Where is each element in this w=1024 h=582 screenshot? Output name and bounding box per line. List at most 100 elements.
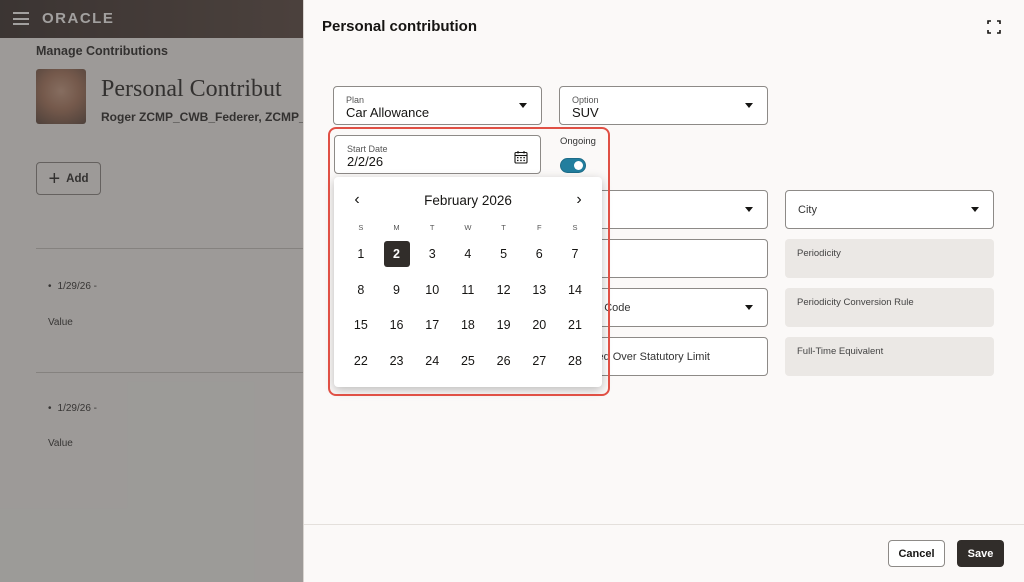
periodicity-conversion-rule-field: Periodicity Conversion Rule xyxy=(785,288,994,327)
chevron-down-icon xyxy=(971,206,979,212)
weekday-label: F xyxy=(536,223,542,232)
calendar-day-label: 9 xyxy=(393,282,400,297)
calendar-day-label: 7 xyxy=(571,246,579,261)
calendar-day[interactable]: 7 xyxy=(557,236,593,272)
periodicity-field: Periodicity xyxy=(785,239,994,278)
weekday-label: W xyxy=(464,223,472,232)
calendar-day[interactable]: 23 xyxy=(379,343,415,379)
weekday-label: S xyxy=(572,223,578,232)
calendar-day-label: 19 xyxy=(496,318,511,333)
calendar-day[interactable]: 13 xyxy=(521,272,557,308)
cancel-button[interactable]: Cancel xyxy=(888,540,945,567)
plan-label: Plan xyxy=(346,95,365,105)
calendar-day[interactable]: 21 xyxy=(557,307,593,343)
periodicity-label: Periodicity xyxy=(797,248,841,259)
toggle-knob xyxy=(574,161,583,170)
calendar-day-label: 23 xyxy=(389,353,404,368)
calendar-day[interactable]: 15 xyxy=(343,307,379,343)
ongoing-label: Ongoing xyxy=(560,136,596,147)
calendar-month-label: February 2026 xyxy=(424,193,512,208)
calendar-day[interactable]: 27 xyxy=(521,343,557,379)
city-label: City xyxy=(798,203,817,216)
weekday-label: S xyxy=(358,223,364,232)
option-label: Option xyxy=(572,95,599,105)
calendar-day[interactable]: 25 xyxy=(450,343,486,379)
calendar-day[interactable]: 22 xyxy=(343,343,379,379)
weekday-label: T xyxy=(501,223,506,232)
calendar-day[interactable]: 19 xyxy=(486,307,522,343)
modal-overlay[interactable] xyxy=(0,0,303,582)
calendar-day-label: 6 xyxy=(535,246,543,261)
footer-divider xyxy=(304,524,1024,525)
expand-icon[interactable] xyxy=(987,20,1001,34)
drawer-title: Personal contribution xyxy=(322,18,478,35)
calendar-day[interactable]: 3 xyxy=(414,236,450,272)
save-button[interactable]: Save xyxy=(957,540,1004,567)
calendar-day[interactable]: 8 xyxy=(343,272,379,308)
option-value: SUV xyxy=(572,105,599,120)
calendar-day-label: 16 xyxy=(389,318,404,333)
calendar-day-label: 2 xyxy=(383,240,410,267)
calendar-header: February 2026 ‹ › xyxy=(334,191,602,211)
start-date-label: Start Date xyxy=(347,144,388,154)
calendar-day-label: 11 xyxy=(461,282,475,297)
calendar-day-label: 24 xyxy=(425,353,440,368)
calendar-day[interactable]: 9 xyxy=(379,272,415,308)
chevron-down-icon xyxy=(745,102,753,108)
calendar-day[interactable]: 28 xyxy=(557,343,593,379)
calendar-day-label: 22 xyxy=(353,353,368,368)
chevron-down-icon xyxy=(745,206,753,212)
calendar-day-label: 15 xyxy=(353,318,368,333)
chevron-left-icon[interactable]: ‹ xyxy=(347,191,367,209)
start-date-value: 2/2/26 xyxy=(347,154,384,169)
plan-select[interactable]: Plan Car Allowance xyxy=(333,86,542,125)
calendar-day[interactable]: 5 xyxy=(486,236,522,272)
start-date-input[interactable]: Start Date 2/2/26 xyxy=(334,135,541,174)
calendar-day[interactable]: 26 xyxy=(486,343,522,379)
ongoing-toggle[interactable] xyxy=(560,158,586,173)
calendar-day-label: 10 xyxy=(425,282,440,297)
calendar-day[interactable]: 20 xyxy=(521,307,557,343)
calendar-day-label: 3 xyxy=(428,246,436,261)
plan-value: Car Allowance xyxy=(346,105,430,120)
calendar-day-label: 21 xyxy=(568,318,582,333)
calendar-day-label: 28 xyxy=(568,353,582,368)
calendar-day[interactable]: 12 xyxy=(486,272,522,308)
calendar-day[interactable]: 6 xyxy=(521,236,557,272)
calendar-day-label: 17 xyxy=(425,318,440,333)
calendar-day-label: 4 xyxy=(464,246,472,261)
calendar-day-label: 8 xyxy=(357,282,365,297)
calendar-day[interactable]: 11 xyxy=(450,272,486,308)
periodicity-conversion-rule-label: Periodicity Conversion Rule xyxy=(797,297,914,308)
option-select[interactable]: Option SUV xyxy=(559,86,768,125)
calendar-day[interactable]: 10 xyxy=(414,272,450,308)
calendar-day[interactable]: 14 xyxy=(557,272,593,308)
calendar-day-grid: 1 2 3 4 5 6 7 8 9 10 11 12 13 14 15 16 17 18 19 20 21 22 23 24 2… xyxy=(343,236,593,379)
calendar-day-label: 25 xyxy=(460,353,475,368)
calendar-day-label: 12 xyxy=(496,282,511,297)
calendar-day-label: 1 xyxy=(357,246,365,261)
calendar-day[interactable]: 16 xyxy=(379,307,415,343)
calendar-day-selected[interactable]: 2 xyxy=(379,236,415,272)
date-picker-popup: February 2026 ‹ › SMTWTFS 1 2 3 4 5 6 7 8 9 10 11 1… xyxy=(334,177,602,387)
chevron-down-icon xyxy=(745,304,753,310)
calendar-day[interactable]: 17 xyxy=(414,307,450,343)
city-select[interactable]: City xyxy=(785,190,994,229)
calendar-day[interactable]: 24 xyxy=(414,343,450,379)
calendar-day-label: 5 xyxy=(500,246,508,261)
calendar-day[interactable]: 18 xyxy=(450,307,486,343)
weekday-label: M xyxy=(393,223,400,232)
fte-label: Full-Time Equivalent xyxy=(797,346,884,357)
calendar-day[interactable]: 1 xyxy=(343,236,379,272)
calendar-day-label: 26 xyxy=(496,353,511,368)
calendar-day-label: 13 xyxy=(532,282,547,297)
calendar-weekdays: SMTWTFS xyxy=(343,223,593,232)
contribution-drawer: Personal contribution Plan Car Allowance… xyxy=(303,0,1024,582)
calendar-day-label: 14 xyxy=(568,282,582,297)
chevron-right-icon[interactable]: › xyxy=(569,191,589,209)
calendar-day[interactable]: 4 xyxy=(450,236,486,272)
chevron-down-icon xyxy=(519,102,527,108)
calendar-day-label: 27 xyxy=(532,353,547,368)
calendar-icon[interactable] xyxy=(514,150,528,164)
fte-field: Full-Time Equivalent xyxy=(785,337,994,376)
